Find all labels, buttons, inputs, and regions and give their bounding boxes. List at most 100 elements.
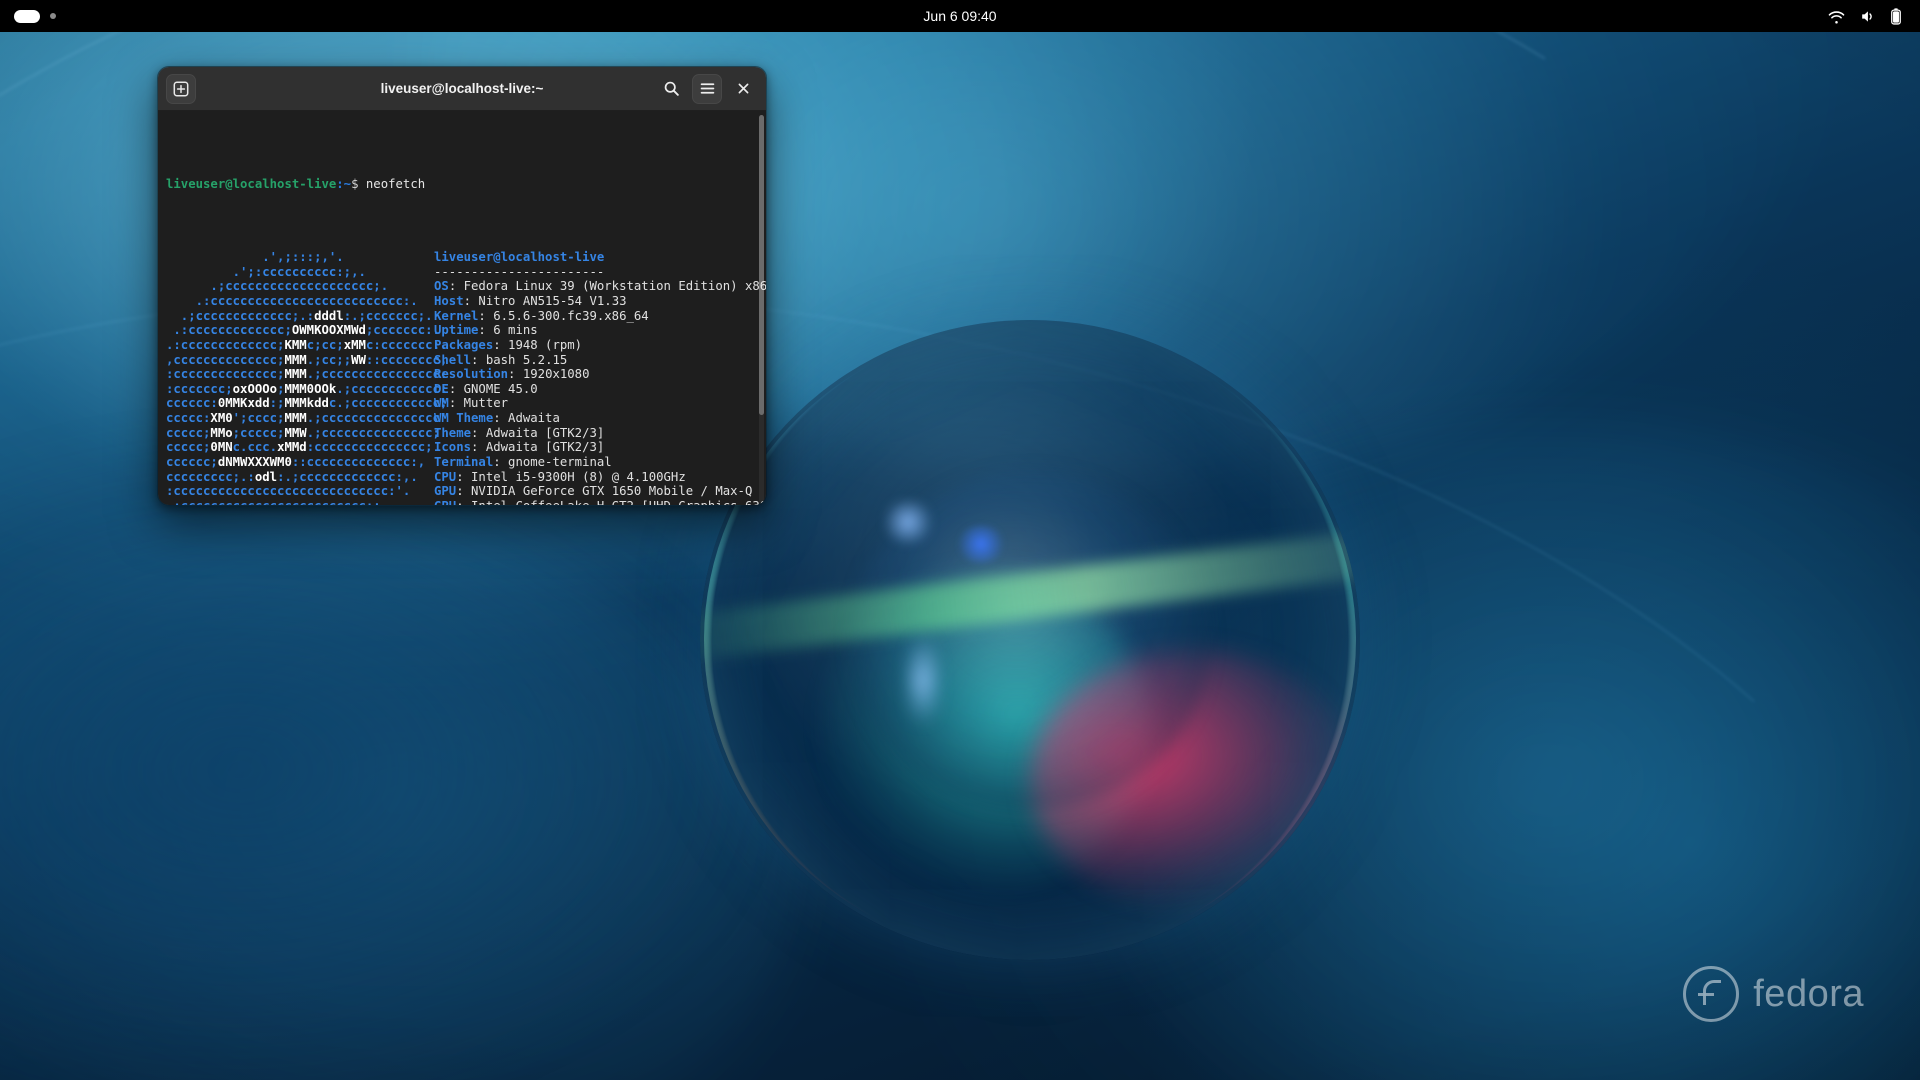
neofetch-info-key: Packages bbox=[434, 337, 494, 352]
fedora-ascii-art: .',;:::;,'. .';:cccccccccc:;,. .;ccccccc… bbox=[166, 249, 448, 505]
window-titlebar[interactable]: liveuser@localhost-live:~ bbox=[158, 67, 766, 111]
neofetch-info-key: Icons bbox=[434, 440, 472, 455]
neofetch-info-value: : Mutter bbox=[448, 396, 509, 411]
neofetch-info-value: : Nitro AN515-54 V1.33 bbox=[463, 293, 627, 308]
gnome-top-bar: Jun 6 09:40 bbox=[0, 0, 1920, 32]
neofetch-info-key: Kernel bbox=[434, 308, 479, 323]
neofetch-info-value: : Fedora Linux 39 (Workstation Edition) … bbox=[448, 279, 766, 294]
search-icon bbox=[664, 81, 679, 96]
activities-button[interactable] bbox=[14, 9, 40, 23]
neofetch-info-row: Uptime: 6 mins bbox=[434, 323, 766, 338]
ascii-art-line: .;ccccccccccccc;.:dddl:.;ccccccc;. bbox=[166, 308, 433, 323]
neofetch-info-row: Terminal: gnome-terminal bbox=[434, 455, 766, 470]
neofetch-info-value: : 1948 (rpm) bbox=[493, 337, 583, 352]
neofetch-info-row: Icons: Adwaita [GTK2/3] bbox=[434, 440, 766, 455]
neofetch-info-value: : 6 mins bbox=[478, 323, 538, 338]
neofetch-output: .',;:::;,'. .';:cccccccccc:;,. .;ccccccc… bbox=[166, 249, 766, 505]
neofetch-info-row: GPU: Intel CoffeeLake-H GT2 [UHD Graphic… bbox=[434, 499, 766, 505]
neofetch-info-row: Host: Nitro AN515-54 V1.33 bbox=[434, 294, 766, 309]
new-tab-icon bbox=[173, 81, 189, 96]
neofetch-info-value: : Adwaita [GTK2/3] bbox=[471, 425, 605, 440]
system-status-area[interactable] bbox=[1620, 7, 1920, 25]
hamburger-menu-icon bbox=[700, 83, 714, 94]
neofetch-user-host: liveuser@localhost-live bbox=[434, 249, 605, 264]
neofetch-info-row: Shell: bash 5.2.15 bbox=[434, 353, 766, 368]
ascii-art-line: :cccccccccccccc;MMM.;cccccccccccccccc: bbox=[166, 367, 448, 382]
neofetch-info-value: : 1920x1080 bbox=[508, 367, 590, 382]
neofetch-info-value: : bash 5.2.15 bbox=[471, 352, 568, 367]
terminal-output-area[interactable]: liveuser@localhost-live:~$ neofetch .',;… bbox=[158, 111, 766, 505]
neofetch-info-value: : Adwaita bbox=[493, 411, 560, 426]
scrollbar-thumb[interactable] bbox=[759, 115, 764, 415]
ascii-art-line: ,cccccccccccccc;MMM.;cc;;WW::cccccccc, bbox=[166, 352, 448, 367]
neofetch-info-row: CPU: Intel i5-9300H (8) @ 4.100GHz bbox=[434, 470, 766, 485]
ascii-art-line: :ccccccccccccccccccccccccccccc:'. bbox=[166, 484, 411, 499]
neofetch-info-key: CPU bbox=[434, 469, 457, 484]
terminal-window[interactable]: liveuser@localhost-live:~ liveuser@local… bbox=[157, 66, 767, 506]
neofetch-info-key: OS bbox=[434, 279, 449, 294]
neofetch-info-value: : Adwaita [GTK2/3] bbox=[471, 440, 605, 455]
prompt-symbol: $ bbox=[351, 176, 366, 191]
typed-command: neofetch bbox=[365, 176, 426, 191]
neofetch-info-row: Theme: Adwaita [GTK2/3] bbox=[434, 426, 766, 441]
prompt-user: liveuser@localhost-live bbox=[166, 176, 337, 191]
neofetch-info-block: liveuser@localhost-live -----------------… bbox=[434, 249, 766, 505]
battery-icon bbox=[1891, 7, 1901, 25]
neofetch-info-row: Kernel: 6.5.6-300.fc39.x86_64 bbox=[434, 309, 766, 324]
ascii-art-line: cccccc:0MMKxdd:;MMMkddc.;cccccccccccc; bbox=[166, 396, 448, 411]
fedora-wordmark: fedora bbox=[1753, 972, 1864, 1015]
neofetch-info-row: WM Theme: Adwaita bbox=[434, 411, 766, 426]
ascii-art-line: .:ccccccccccccc;OWMKOOXMWd;ccccccc:. bbox=[166, 323, 440, 338]
neofetch-info-key: GPU bbox=[434, 499, 456, 505]
ascii-art-line: .:ccccccccccccc;KMMc;cc;xMMc:ccccccc:. bbox=[166, 337, 448, 352]
neofetch-info-key: Terminal bbox=[434, 455, 494, 470]
topbar-center-section: Jun 6 09:40 bbox=[300, 8, 1620, 24]
ascii-art-line: .:ccccccccccccccccccccccccc:;,.. bbox=[166, 499, 434, 505]
ascii-art-line: ccccc;MMo;ccccc;MMW.;ccccccccccccccc; bbox=[166, 425, 440, 440]
neofetch-info-key: Uptime bbox=[434, 323, 479, 338]
neofetch-info-key: Host bbox=[434, 293, 464, 308]
close-icon bbox=[738, 83, 748, 94]
clock[interactable]: Jun 6 09:40 bbox=[923, 8, 996, 24]
ascii-art-line: cccccc;dNMWXXXWM0::cccccccccccccc:, bbox=[166, 455, 426, 470]
prompt-path: :~ bbox=[336, 176, 352, 191]
hamburger-menu-button[interactable] bbox=[692, 73, 722, 104]
neofetch-info-row: GPU: NVIDIA GeForce GTX 1650 Mobile / Ma… bbox=[434, 484, 766, 499]
neofetch-info-row: OS: Fedora Linux 39 (Workstation Edition… bbox=[434, 279, 766, 294]
neofetch-info-key: WM Theme bbox=[434, 411, 494, 426]
neofetch-info-key: Theme bbox=[434, 425, 472, 440]
search-button[interactable] bbox=[656, 74, 686, 104]
terminal-scrollbar[interactable] bbox=[759, 115, 764, 503]
ascii-art-line: :ccccccc;oxOOOo;MMM0OOk.;cccccccccccc: bbox=[166, 381, 448, 396]
neofetch-info-value: : 6.5.6-300.fc39.x86_64 bbox=[478, 308, 649, 323]
neofetch-rule: ----------------------- bbox=[434, 264, 605, 279]
neofetch-info-row: WM: Mutter bbox=[434, 396, 766, 411]
ascii-art-line: ccccc;0MNc.ccc.xMMd:ccccccccccccccc; bbox=[166, 440, 433, 455]
neofetch-info-key: DE bbox=[434, 381, 449, 396]
neofetch-info-key: GPU bbox=[434, 484, 457, 499]
wifi-icon bbox=[1828, 10, 1845, 24]
neofetch-info-value: : GNOME 45.0 bbox=[448, 381, 538, 396]
titlebar-controls bbox=[656, 73, 758, 104]
ascii-art-line: ccccc:XM0';cccc;MMM.;cccccccccccccccc' bbox=[166, 411, 448, 426]
neofetch-info-row: Packages: 1948 (rpm) bbox=[434, 338, 766, 353]
neofetch-info-row: DE: GNOME 45.0 bbox=[434, 382, 766, 397]
neofetch-info-key: Shell bbox=[434, 352, 472, 367]
ascii-art-line: ccccccccc;.:odl:.;ccccccccccccc:,. bbox=[166, 469, 418, 484]
ascii-art-line: .';:cccccccccc:;,. bbox=[166, 264, 366, 279]
new-tab-button[interactable] bbox=[166, 73, 196, 104]
neofetch-info-value: : Intel i5-9300H (8) @ 4.100GHz bbox=[456, 469, 686, 484]
neofetch-info-row: Resolution: 1920x1080 bbox=[434, 367, 766, 382]
close-button[interactable] bbox=[728, 74, 758, 104]
neofetch-info-value: : Intel CoffeeLake-H GT2 [UHD Graphics 6… bbox=[456, 499, 766, 505]
neofetch-info-key: WM bbox=[434, 396, 449, 411]
neofetch-info-key: Resolution bbox=[434, 367, 509, 382]
neofetch-info-value: : NVIDIA GeForce GTX 1650 Mobile / Max-Q bbox=[456, 484, 753, 499]
ascii-art-line: .;cccccccccccccccccccc;. bbox=[166, 279, 389, 294]
fedora-mark-icon bbox=[1683, 966, 1740, 1022]
fedora-logo: fedora bbox=[1683, 966, 1864, 1022]
workspace-indicator-dot[interactable] bbox=[50, 13, 56, 19]
ascii-art-line: .:cccccccccccccccccccccccccc:. bbox=[166, 293, 418, 308]
neofetch-info-value: : gnome-terminal bbox=[493, 455, 612, 470]
ascii-art-line: .',;:::;,'. bbox=[166, 249, 344, 264]
